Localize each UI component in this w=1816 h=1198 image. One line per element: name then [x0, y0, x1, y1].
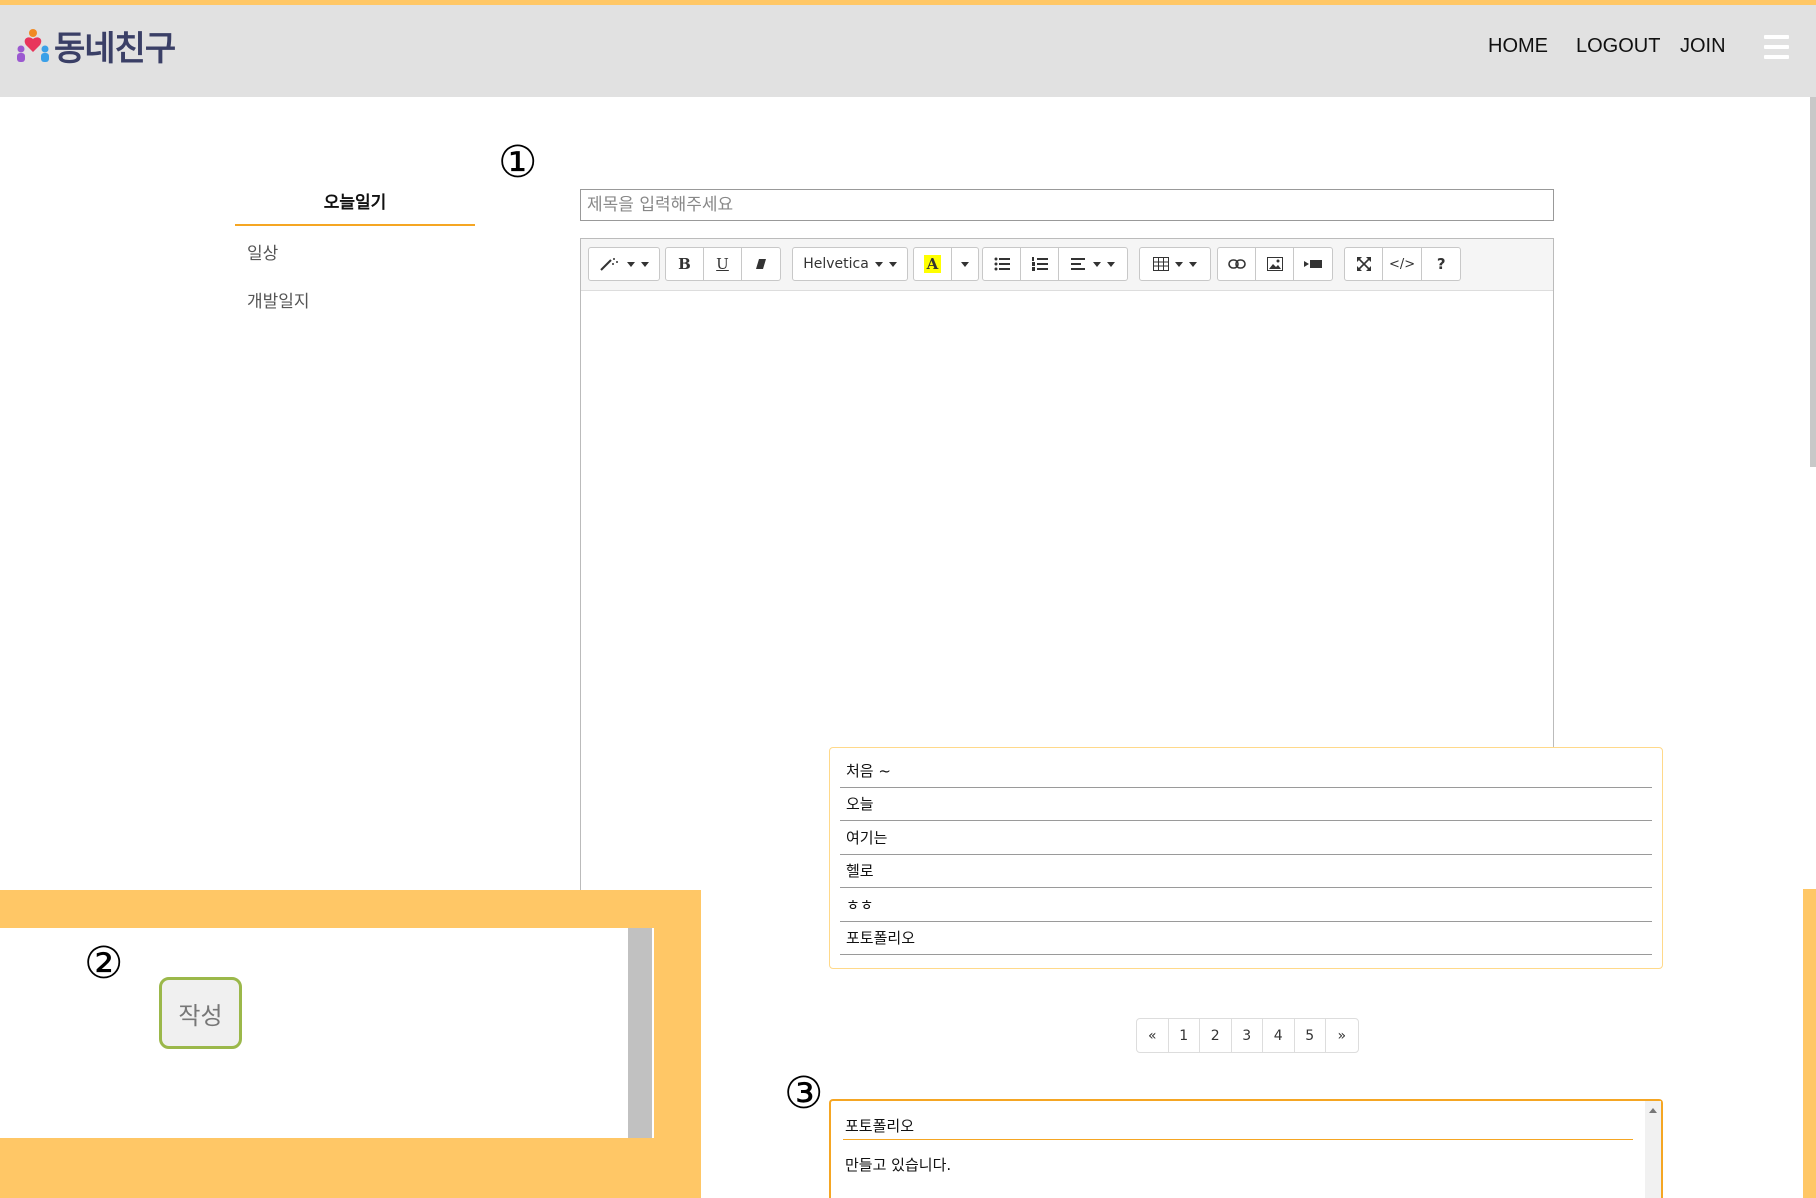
- view-group: </> ?: [1344, 247, 1462, 281]
- fullscreen-icon: [1356, 257, 1371, 271]
- color-group: A: [913, 247, 979, 281]
- detail-body: 만들고 있습니다.: [845, 1156, 952, 1174]
- list-item[interactable]: ㅎㅎ: [840, 888, 1652, 922]
- marker-two: ②: [84, 938, 124, 989]
- eraser-icon: [756, 259, 766, 269]
- logo[interactable]: 동네친구: [14, 23, 176, 69]
- style-dropdown[interactable]: [589, 248, 659, 280]
- bullet-list-icon: [994, 257, 1010, 271]
- table-icon: [1153, 257, 1169, 271]
- bold-button[interactable]: B: [666, 248, 704, 280]
- overlay-frame: [0, 890, 701, 1198]
- style-group: [588, 247, 660, 281]
- pagination: « 1 2 3 4 5 »: [1136, 1018, 1359, 1053]
- code-view-button[interactable]: </>: [1383, 248, 1423, 280]
- font-name-group: Helvetica: [792, 247, 908, 281]
- marker-one: ①: [498, 137, 538, 188]
- detail-divider: [843, 1139, 1633, 1140]
- ordered-list-button[interactable]: [1021, 248, 1059, 280]
- nav-join[interactable]: JOIN: [1680, 35, 1726, 58]
- post-list-panel: 처음 ~ 오늘 여기는 헬로 ㅎㅎ 포토폴리오: [829, 747, 1663, 969]
- font-style-group: B U: [665, 247, 781, 281]
- magic-wand-icon: [600, 258, 618, 271]
- page-2[interactable]: 2: [1200, 1019, 1232, 1052]
- page-scrollbar-thumb[interactable]: [1810, 97, 1816, 467]
- underline-button[interactable]: U: [704, 248, 742, 280]
- hamburger-menu-icon[interactable]: [1764, 35, 1789, 59]
- detail-scrollbar[interactable]: [1645, 1101, 1661, 1198]
- list-item[interactable]: 여기는: [840, 821, 1652, 855]
- page-1[interactable]: 1: [1169, 1019, 1200, 1052]
- table-group: [1139, 247, 1211, 281]
- page-3[interactable]: 3: [1232, 1019, 1263, 1052]
- list-item[interactable]: 오늘: [840, 788, 1652, 821]
- sidebar-item-devlog[interactable]: 개발일지: [247, 287, 310, 312]
- page-5[interactable]: 5: [1295, 1019, 1326, 1052]
- image-button[interactable]: [1256, 248, 1294, 280]
- font-name-dropdown[interactable]: Helvetica: [793, 248, 907, 280]
- detail-title: 포토폴리오: [845, 1117, 915, 1135]
- video-button[interactable]: [1294, 248, 1332, 280]
- logo-text: 동네친구: [54, 28, 176, 69]
- font-name-label: Helvetica: [803, 256, 869, 272]
- insert-group: [1217, 247, 1333, 281]
- link-button[interactable]: [1218, 248, 1256, 280]
- overlay-scrollbar[interactable]: [628, 928, 652, 1138]
- eraser-button[interactable]: [742, 248, 780, 280]
- highlight-button[interactable]: A: [914, 248, 952, 280]
- right-accent-strip: [1803, 889, 1816, 1198]
- marker-three: ③: [784, 1068, 824, 1119]
- list-group: [982, 247, 1128, 281]
- help-button[interactable]: ?: [1422, 248, 1460, 280]
- nav-logout[interactable]: LOGOUT: [1576, 35, 1660, 58]
- list-item[interactable]: 포토폴리오: [840, 922, 1652, 955]
- sidebar-item-daily[interactable]: 일상: [247, 239, 278, 264]
- unordered-list-button[interactable]: [983, 248, 1021, 280]
- site-header: 동네친구 HOME LOGOUT JOIN: [0, 5, 1816, 97]
- list-item[interactable]: 헬로: [840, 855, 1652, 888]
- sidebar-title-underline: [235, 224, 475, 226]
- paragraph-dropdown[interactable]: [1059, 248, 1127, 280]
- table-dropdown[interactable]: [1140, 248, 1210, 280]
- numbered-list-icon: [1031, 257, 1048, 271]
- fullscreen-button[interactable]: [1345, 248, 1383, 280]
- page-next[interactable]: »: [1326, 1019, 1358, 1052]
- picture-icon: [1266, 257, 1283, 271]
- align-left-icon: [1071, 258, 1085, 270]
- video-icon: [1304, 260, 1322, 268]
- nav-home[interactable]: HOME: [1488, 35, 1548, 58]
- post-detail-panel: 포토폴리오 만들고 있습니다.: [829, 1099, 1663, 1198]
- page-prev[interactable]: «: [1137, 1019, 1169, 1052]
- title-input[interactable]: [580, 189, 1554, 221]
- editor-toolbar: B U Helvetica A </> ?: [581, 239, 1553, 291]
- logo-people-icon: [17, 29, 49, 62]
- write-button[interactable]: 작성: [159, 977, 242, 1049]
- color-dropdown[interactable]: [952, 248, 978, 280]
- link-icon: [1227, 259, 1246, 269]
- list-item[interactable]: 처음 ~: [840, 754, 1652, 788]
- page-4[interactable]: 4: [1263, 1019, 1295, 1052]
- highlight-letter: A: [923, 255, 942, 273]
- sidebar-title[interactable]: 오늘일기: [235, 188, 475, 213]
